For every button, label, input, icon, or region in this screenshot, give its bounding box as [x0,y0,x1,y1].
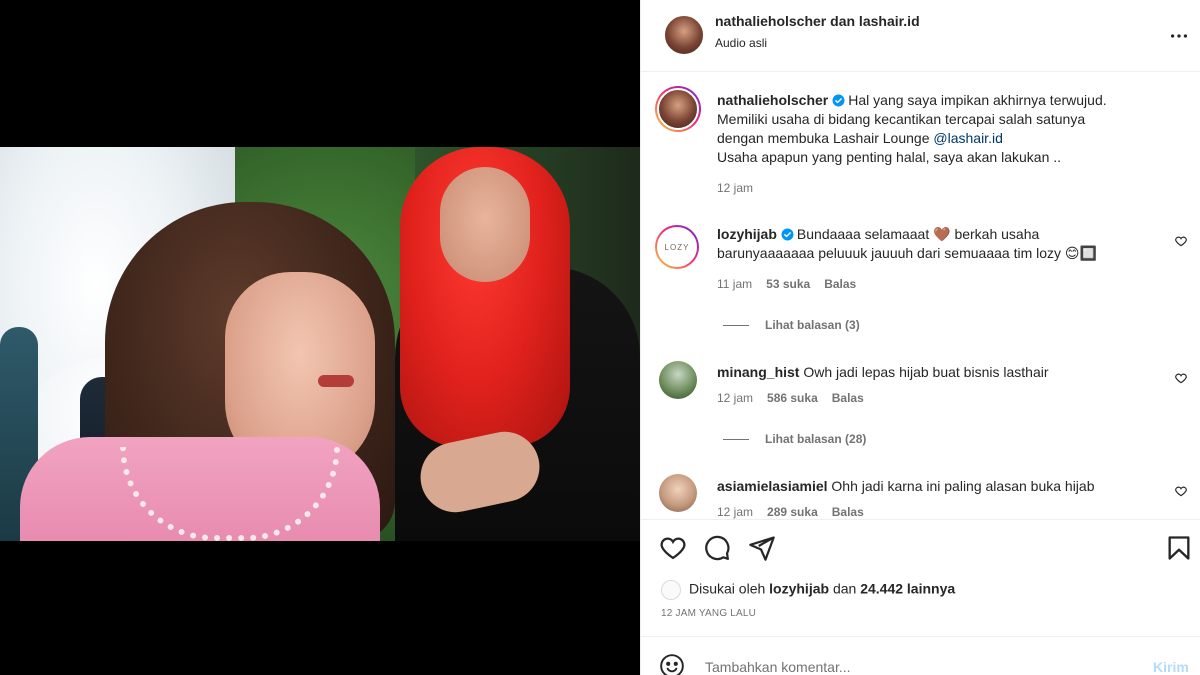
comment-username[interactable]: minang_hist [717,364,799,380]
caption-time[interactable]: 12 jam [717,181,753,195]
add-comment-bar: Kirim [641,636,1200,675]
comments-list[interactable]: nathalieholscher Hal yang saya impikan ak… [641,73,1200,519]
author-avatar[interactable] [663,14,705,56]
reply-button[interactable]: Balas [832,505,864,519]
likes-summary[interactable]: Disukai oleh lozyhijab dan 24.442 lainny… [661,580,955,600]
comment-icon[interactable] [703,534,731,562]
comment-text: minang_hist Owh jadi lepas hijab buat bi… [717,364,1049,380]
verified-badge-icon [832,94,845,107]
caption-username[interactable]: nathalieholscher [717,92,828,108]
comment-likes[interactable]: 289 suka [767,505,818,519]
comment-username[interactable]: lozyhijab [717,226,777,242]
caption-meta: 12 jam [717,181,767,195]
heart-icon[interactable] [659,534,687,562]
comment-text: asiamielasiamiel Ohh jadi karna ini pali… [717,478,1095,494]
comment-time[interactable]: 12 jam [717,391,753,405]
view-replies-button[interactable]: Lihat balasan (28) [723,432,866,446]
like-comment-heart-icon[interactable] [1174,484,1188,498]
bookmark-icon[interactable] [1165,534,1193,562]
caption-text: nathalieholscher Hal yang saya impikan ak… [717,92,1107,165]
post-media [0,0,640,675]
like-comment-heart-icon[interactable] [1174,234,1188,248]
lozy-logo-text: LOZY [657,227,697,267]
post-panel: nathalieholscher dan lashair.id Audio as… [640,0,1200,675]
comment-likes[interactable]: 586 suka [767,391,818,405]
reply-button[interactable]: Balas [832,391,864,405]
post-comment-button[interactable]: Kirim [1153,659,1189,675]
liker-username[interactable]: lozyhijab [769,581,829,597]
comment-time[interactable]: 12 jam [717,505,753,519]
post-author-title[interactable]: nathalieholscher dan lashair.id [715,13,920,29]
caption-avatar[interactable] [655,86,701,132]
comment-avatar[interactable]: LOZY [655,225,699,269]
comment-meta: 12 jam 289 suka Balas [717,505,878,519]
verified-badge-icon [781,228,794,241]
mention-link[interactable]: @lashair.id [933,130,1002,146]
like-comment-heart-icon[interactable] [1174,371,1188,385]
comment-text: lozyhijab Bundaaaa selamaaat 🤎 berkah usa… [717,226,1097,261]
post-time-ago: 12 JAM YANG LALU [661,608,757,619]
audio-label[interactable]: Audio asli [715,36,767,50]
comment-meta: 12 jam 586 suka Balas [717,391,878,405]
liker-avatar [661,580,681,600]
view-replies-button[interactable]: Lihat balasan (3) [723,318,860,332]
comment-meta: 11 jam 53 suka Balas [717,277,870,291]
comment-likes[interactable]: 53 suka [766,277,810,291]
comment-time[interactable]: 11 jam [717,277,752,291]
video-woman-lip [318,375,354,387]
reply-button[interactable]: Balas [824,277,856,291]
video-stylist-face [440,167,530,282]
comment-avatar[interactable] [659,474,697,512]
emoji-icon[interactable] [659,653,685,675]
add-comment-input[interactable] [705,657,1125,675]
likes-count[interactable]: 24.442 lainnya [860,581,955,597]
comment-username[interactable]: asiamielasiamiel [717,478,828,494]
comment-avatar[interactable] [659,361,697,399]
video-player[interactable] [0,147,640,541]
post-header: nathalieholscher dan lashair.id Audio as… [641,0,1200,72]
share-icon[interactable] [748,534,776,562]
more-horizontal-icon[interactable] [1168,25,1190,47]
post-actions-bar [641,519,1200,577]
